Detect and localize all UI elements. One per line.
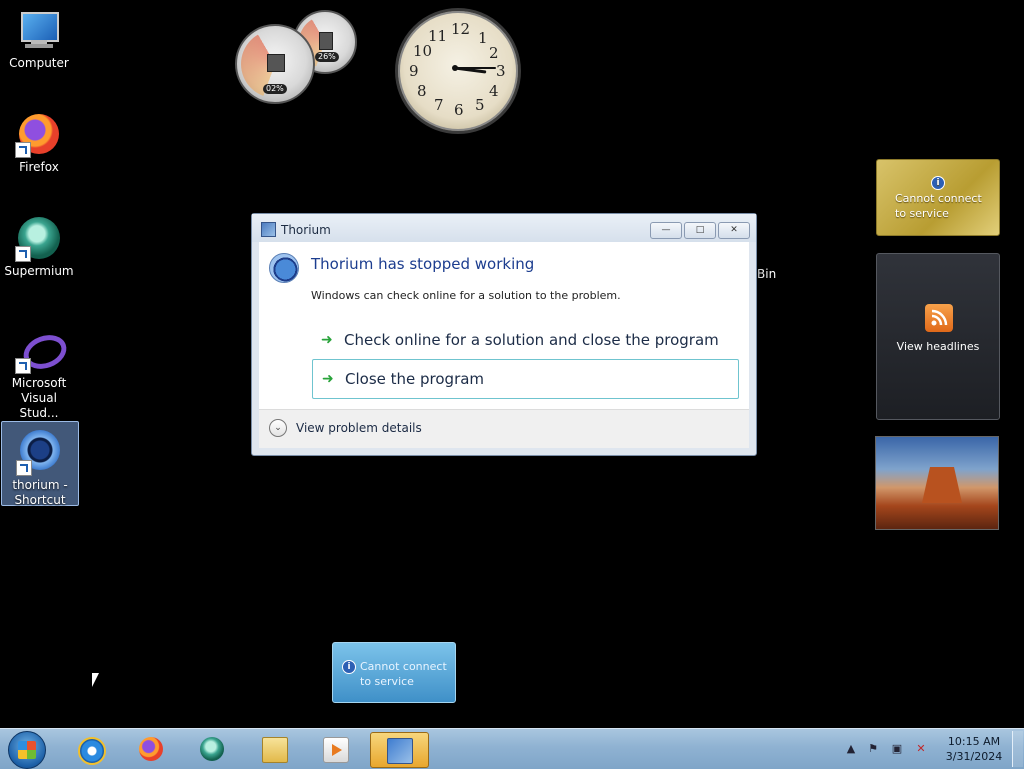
clock-time: 10:15 AM xyxy=(947,735,1001,748)
green-arrow-icon: ➜ xyxy=(322,371,334,387)
ram-percent: 26% xyxy=(315,52,339,62)
network-icon[interactable]: ▣ xyxy=(890,742,904,755)
dialog-titlebar[interactable]: Thorium — □ ✕ xyxy=(252,214,756,242)
app-icon xyxy=(261,222,276,237)
clock-date: 3/31/2024 xyxy=(945,750,1003,763)
check-online-option[interactable]: ➜ Check online for a solution and close … xyxy=(312,321,737,359)
dialog-title: Thorium xyxy=(281,223,331,237)
clock-gadget[interactable]: 12 1 2 3 4 5 6 7 8 9 10 11 xyxy=(395,8,521,134)
taskbar-clock[interactable]: 10:15 AM 3/31/2024 xyxy=(944,734,1004,764)
chevron-down-icon[interactable]: ⌄ xyxy=(269,419,287,437)
taskbar-file-explorer[interactable] xyxy=(250,732,298,766)
ram-chip-icon xyxy=(319,32,333,50)
weather-gadget[interactable]: i Cannot connect to service xyxy=(332,642,456,703)
taskbar-supermium[interactable] xyxy=(188,732,236,766)
recycle-bin-partial-label: Bin xyxy=(757,267,777,281)
desktop-icon-label: Microsoft Visual Stud... xyxy=(11,376,67,420)
thorium-icon xyxy=(16,428,64,476)
volume-muted-icon[interactable]: ✕ xyxy=(914,742,928,755)
feed-headlines-gadget[interactable]: View headlines xyxy=(876,253,1000,420)
desktop-icon-label: Supermium xyxy=(4,264,74,278)
info-icon: i xyxy=(931,176,945,190)
internet-explorer-icon xyxy=(78,737,106,765)
gadget-message: Cannot connect to service xyxy=(360,660,447,688)
currency-gadget[interactable]: i Cannot connect to service xyxy=(876,159,1000,236)
supermium-icon xyxy=(15,214,63,262)
start-button[interactable] xyxy=(8,731,46,769)
shortcut-arrow-icon xyxy=(15,142,31,158)
view-problem-details-link[interactable]: View problem details xyxy=(296,421,422,435)
dialog-content: Thorium has stopped working Windows can … xyxy=(259,242,749,409)
error-dialog: Thorium — □ ✕ Thorium has stopped workin… xyxy=(251,213,757,456)
visual-studio-icon xyxy=(15,326,72,375)
folder-icon xyxy=(262,737,288,763)
mouse-cursor xyxy=(92,673,99,687)
problem-reporting-icon xyxy=(387,738,413,764)
shortcut-arrow-icon xyxy=(15,358,31,374)
taskbar-media-player[interactable] xyxy=(311,732,359,766)
shortcut-arrow-icon xyxy=(15,246,31,262)
action-center-flag-icon[interactable]: ⚑ xyxy=(866,742,880,755)
supermium-icon xyxy=(200,737,224,761)
option-label: Close the program xyxy=(345,370,485,388)
close-button[interactable]: ✕ xyxy=(718,222,750,239)
cpu-chip-icon xyxy=(267,54,285,72)
slideshow-gadget[interactable] xyxy=(875,436,999,530)
maximize-button[interactable]: □ xyxy=(684,222,716,239)
desktop-icon-label: Computer xyxy=(9,56,69,70)
desktop-icon-visual-studio[interactable]: Microsoft Visual Stud... xyxy=(1,320,77,421)
dialog-heading: Thorium has stopped working xyxy=(311,255,535,273)
dialog-footer: ⌄ View problem details xyxy=(259,409,749,448)
desktop-icon-label: Firefox xyxy=(19,160,59,174)
cpu-gauge: 02% xyxy=(235,24,315,104)
info-icon: i xyxy=(342,660,356,674)
view-headlines-link[interactable]: View headlines xyxy=(877,340,999,353)
desktop-icon-supermium[interactable]: Supermium xyxy=(1,208,77,279)
computer-icon xyxy=(15,6,63,54)
gadget-message: Cannot connect to service xyxy=(895,192,982,220)
rss-icon xyxy=(925,304,953,332)
windows-logo-icon xyxy=(18,741,36,759)
clock-hands xyxy=(452,65,496,74)
cpu-percent: 02% xyxy=(263,84,287,94)
taskbar-internet-explorer[interactable] xyxy=(66,732,114,766)
show-desktop-button[interactable] xyxy=(1012,731,1023,767)
cpu-meter-gadget[interactable]: 26% 02% xyxy=(233,8,357,104)
option-label: Check online for a solution and close th… xyxy=(344,331,719,349)
desktop-icon-firefox[interactable]: Firefox xyxy=(1,104,77,175)
desktop-icon-label: thorium - Shortcut xyxy=(12,478,68,507)
desktop-icon-computer[interactable]: Computer xyxy=(1,0,77,71)
minimize-button[interactable]: — xyxy=(650,222,682,239)
firefox-icon xyxy=(15,110,63,158)
media-player-icon xyxy=(323,737,349,763)
clock-pivot xyxy=(452,65,458,71)
dialog-subtext: Windows can check online for a solution … xyxy=(311,289,621,302)
taskbar-problem-reporting[interactable] xyxy=(370,732,429,768)
firefox-icon xyxy=(139,737,163,761)
taskbar-firefox[interactable] xyxy=(127,732,175,766)
green-arrow-icon: ➜ xyxy=(321,332,333,348)
taskbar: ▲ ⚑ ▣ ✕ 10:15 AM 3/31/2024 xyxy=(0,728,1024,769)
shortcut-arrow-icon xyxy=(16,460,32,476)
show-hidden-icons-icon[interactable]: ▲ xyxy=(844,742,858,755)
close-program-option[interactable]: ➜ Close the program xyxy=(312,359,739,399)
thorium-error-icon xyxy=(269,253,299,283)
slideshow-photo xyxy=(922,467,962,503)
desktop-icon-thorium[interactable]: thorium - Shortcut xyxy=(1,421,79,507)
